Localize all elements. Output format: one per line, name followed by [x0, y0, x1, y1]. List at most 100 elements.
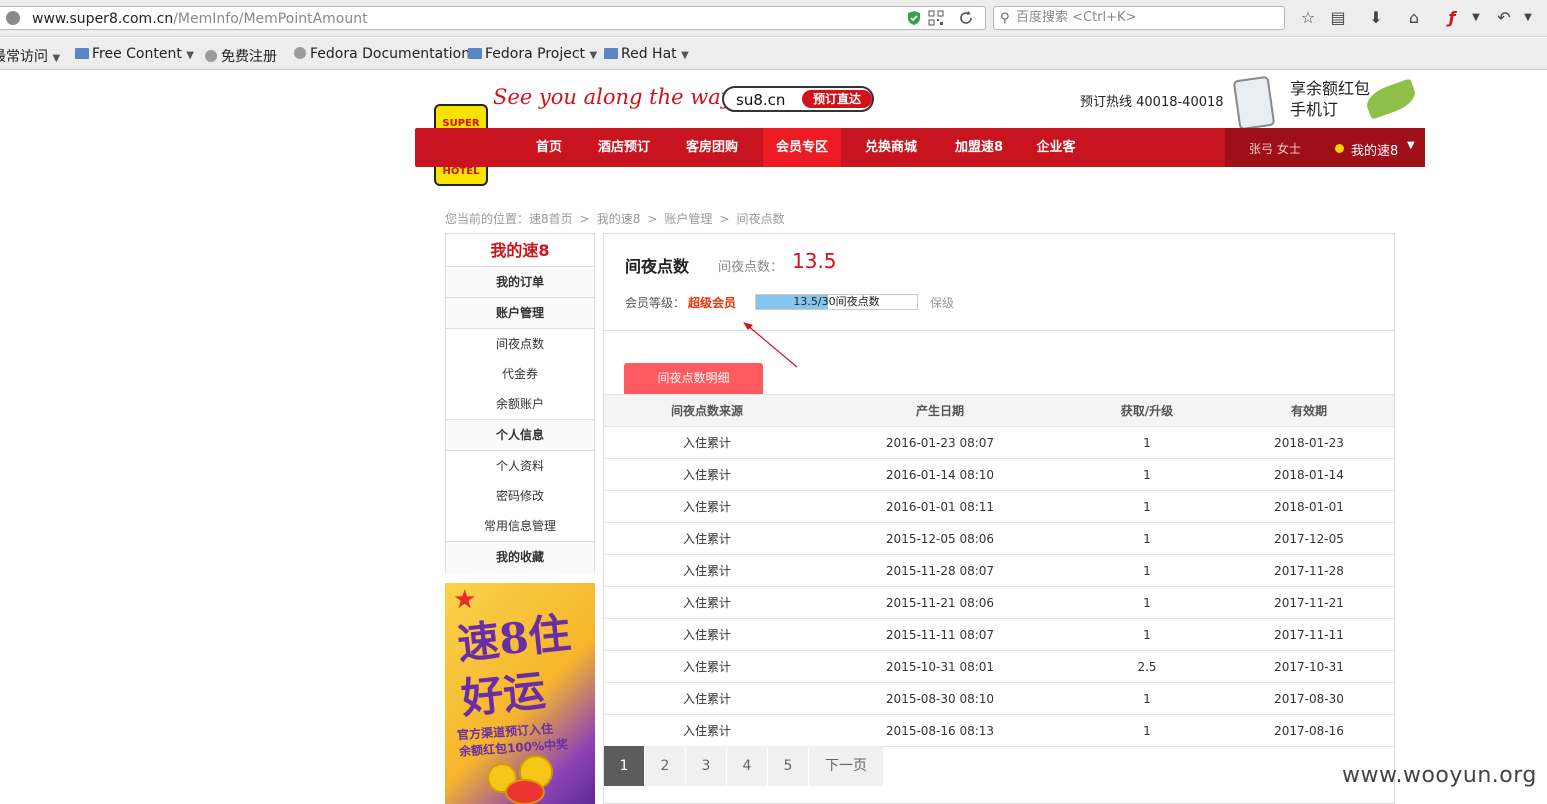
- mobile-promo-banner[interactable]: 享余额红包 手机订: [1232, 72, 1426, 131]
- nav-exchange-mall[interactable]: 兑换商城: [854, 128, 928, 167]
- table-row: 入住累计 2015-11-11 08:07 1 2017-11-11: [604, 619, 1394, 651]
- sidebar-item-night-points[interactable]: 间夜点数: [446, 329, 594, 359]
- order-direct-badge: 预订直达: [802, 90, 872, 108]
- search-box[interactable]: ⚲: [993, 6, 1285, 30]
- ad-headline-2: 好运: [458, 665, 548, 724]
- red-packet-icon: [505, 779, 545, 804]
- breadcrumb-account[interactable]: 账户管理: [664, 212, 712, 226]
- sidebar-item-vouchers[interactable]: 代金券: [446, 359, 594, 389]
- page-button-2[interactable]: 2: [645, 746, 685, 786]
- cell-expiry: 2018-01-14: [1274, 468, 1344, 482]
- chevron-down-icon[interactable]: ▼: [1518, 8, 1538, 28]
- cell-expiry: 2017-10-31: [1274, 660, 1344, 674]
- bookmark-most-visited[interactable]: 最常访问 ▼: [0, 46, 60, 66]
- nav-user-area: 张弓 女士 我的速8 ▼: [1225, 128, 1425, 167]
- user-name[interactable]: 张弓 女士: [1249, 140, 1301, 157]
- home-icon[interactable]: ⌂: [1404, 8, 1424, 28]
- search-icon: ⚲: [1000, 11, 1010, 26]
- breadcrumb-my-su8[interactable]: 我的速8: [597, 212, 641, 226]
- nav-enterprise[interactable]: 企业客: [1029, 128, 1083, 167]
- bookmark-free-content[interactable]: Free Content ▼: [75, 46, 194, 62]
- url-text[interactable]: www.super8.com.cn/MemInfo/MemPointAmount: [32, 11, 368, 27]
- search-input[interactable]: [1016, 10, 1276, 25]
- cell-gain: 1: [1143, 500, 1151, 514]
- cell-date: 2016-01-01 08:11: [885, 500, 995, 514]
- sidebar-item-favorites[interactable]: 我的收藏: [446, 542, 594, 573]
- nav-group-buy[interactable]: 客房团购: [675, 128, 749, 167]
- undo-icon[interactable]: ↶: [1494, 8, 1514, 28]
- breadcrumb-sep: >: [647, 212, 658, 226]
- cell-expiry: 2017-11-28: [1274, 564, 1344, 578]
- nav-home[interactable]: 首页: [523, 128, 575, 167]
- flash-icon[interactable]: ƒ: [1442, 8, 1462, 28]
- nav-hotel-booking[interactable]: 酒店预订: [587, 128, 661, 167]
- slogan: See you along the way: [493, 85, 733, 109]
- su8-text: su8.cn: [736, 91, 786, 109]
- col-header-date: 产生日期: [915, 404, 964, 418]
- breadcrumb-sep: >: [579, 212, 590, 226]
- sidebar-item-password[interactable]: 密码修改: [446, 481, 594, 511]
- member-level-value: 超级会员: [688, 296, 737, 310]
- url-bar[interactable]: www.super8.com.cn/MemInfo/MemPointAmount: [0, 6, 986, 30]
- shield-icon[interactable]: [906, 10, 922, 26]
- cell-date: 2015-10-31 08:01: [885, 660, 995, 674]
- qrcode-icon[interactable]: [928, 10, 944, 26]
- reading-list-icon[interactable]: ▤: [1328, 8, 1348, 28]
- watermark: www.wooyun.org: [1342, 763, 1537, 788]
- sidebar-title: 我的速8: [446, 234, 594, 267]
- cell-date: 2015-08-16 08:13: [885, 724, 995, 738]
- col-header-gain: 获取/升级: [1120, 404, 1174, 418]
- promo-text: 享余额红包 手机订: [1290, 79, 1371, 119]
- chevron-down-icon[interactable]: ▼: [1466, 8, 1486, 28]
- bookmark-fedora-project[interactable]: Fedora Project ▼: [468, 46, 597, 62]
- globe-icon: [205, 50, 217, 62]
- sidebar-item-account[interactable]: 账户管理: [446, 298, 594, 329]
- star-icon[interactable]: ☆: [1298, 8, 1318, 28]
- breadcrumb-sep: >: [719, 212, 730, 226]
- cell-source: 入住累计: [682, 692, 731, 706]
- bookmarks-bar: 最常访问 ▼ Free Content ▼ 免费注册 Fedora Docume…: [0, 38, 1547, 70]
- points-label: 间夜点数：: [718, 260, 784, 275]
- sidebar-item-personal-info[interactable]: 个人信息: [446, 420, 594, 451]
- cell-expiry: 2017-08-16: [1274, 724, 1344, 738]
- cell-gain: 1: [1143, 724, 1151, 738]
- cell-date: 2015-11-28 08:07: [885, 564, 995, 578]
- bookmark-red-hat[interactable]: Red Hat ▼: [604, 46, 689, 62]
- download-icon[interactable]: ⬇: [1366, 8, 1386, 28]
- folder-icon: [468, 48, 482, 59]
- cell-source: 入住累计: [682, 596, 731, 610]
- nav-member-zone[interactable]: 会员专区: [763, 128, 841, 167]
- reload-icon[interactable]: [958, 10, 974, 26]
- bookmark-register[interactable]: 免费注册: [205, 46, 277, 66]
- page-button-4[interactable]: 4: [727, 746, 767, 786]
- keep-level-link[interactable]: 保级: [930, 294, 954, 311]
- breadcrumb-home[interactable]: 速8首页: [529, 212, 573, 226]
- sidebar-item-balance[interactable]: 余额账户: [446, 389, 594, 420]
- cell-date: 2015-12-05 08:06: [885, 532, 995, 546]
- cell-source: 入住累计: [682, 564, 731, 578]
- sidebar: 我的速8 我的订单 账户管理 间夜点数 代金券 余额账户 个人信息 个人资料 密…: [445, 233, 595, 573]
- table-header-row: 间夜点数来源 产生日期 获取/升级 有效期: [604, 394, 1394, 427]
- cell-expiry: 2018-01-01: [1274, 500, 1344, 514]
- col-header-source: 间夜点数来源: [670, 404, 743, 418]
- cell-gain: 1: [1143, 596, 1151, 610]
- nav-franchise[interactable]: 加盟速8: [942, 128, 1016, 167]
- next-page-button[interactable]: 下一页: [809, 746, 883, 786]
- cell-gain: 1: [1143, 468, 1151, 482]
- sidebar-item-profile[interactable]: 个人资料: [446, 451, 594, 481]
- su8-link[interactable]: su8.cn 预订直达: [722, 86, 874, 112]
- points-summary: 间夜点数 间夜点数： 13.5 会员等级： 超级会员 13.5/30间夜点数 保…: [604, 234, 1394, 331]
- cell-gain: 2.5: [1137, 660, 1157, 674]
- page-button-1[interactable]: 1: [604, 746, 644, 786]
- bookmark-fedora-docs[interactable]: Fedora Documentation: [294, 46, 470, 62]
- sidebar-item-common-info[interactable]: 常用信息管理: [446, 511, 594, 542]
- cell-date: 2015-11-11 08:07: [885, 628, 995, 642]
- caret-down-icon[interactable]: ▼: [1407, 140, 1415, 151]
- main-panel: 间夜点数 间夜点数： 13.5 会员等级： 超级会员 13.5/30间夜点数 保…: [603, 233, 1395, 804]
- ad-banner[interactable]: ★ 速8住 好运 官方渠道预订入住 余额红包100%中奖: [445, 583, 595, 804]
- page-button-5[interactable]: 5: [768, 746, 808, 786]
- page-button-3[interactable]: 3: [686, 746, 726, 786]
- my-su8-menu[interactable]: 我的速8: [1351, 140, 1398, 159]
- sidebar-item-orders[interactable]: 我的订单: [446, 267, 594, 298]
- breadcrumb: 您当前的位置：速8首页 > 我的速8 > 账户管理 > 间夜点数: [445, 210, 785, 227]
